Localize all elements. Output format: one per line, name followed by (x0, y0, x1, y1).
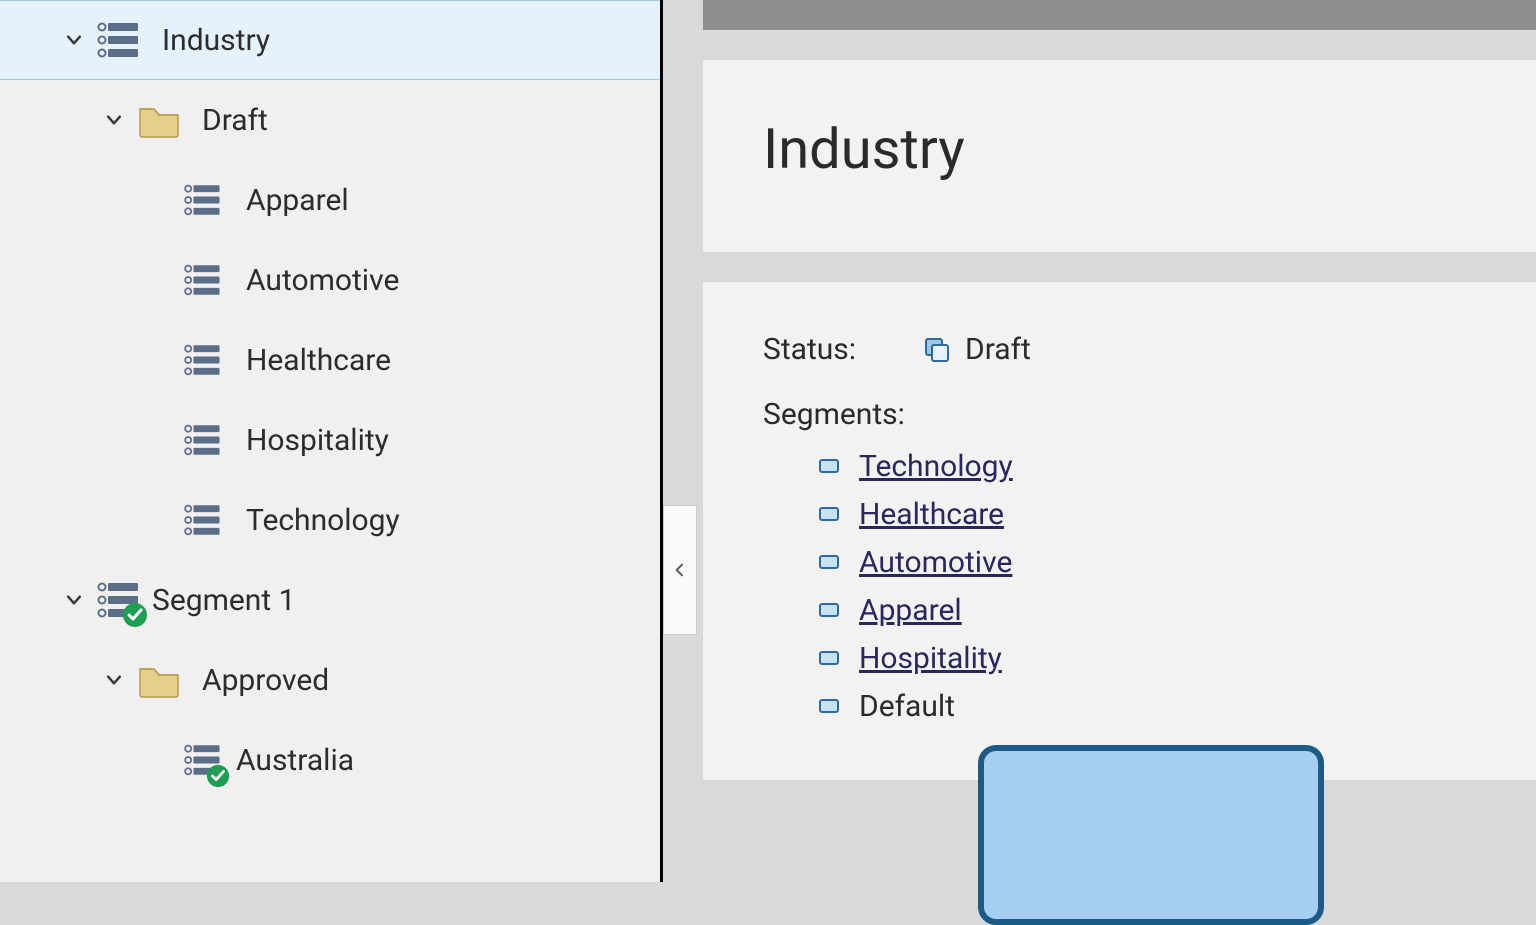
tree-label: Approved (202, 663, 329, 698)
segment-link[interactable]: Healthcare (859, 497, 1004, 532)
chevron-down-icon[interactable] (100, 670, 128, 690)
tree-label: Segment 1 (152, 583, 295, 618)
segment-icon (96, 577, 142, 623)
collapse-sidebar-button[interactable] (663, 505, 697, 635)
segment-link[interactable]: Hospitality (859, 641, 1002, 676)
segment-list-item: Technology (817, 442, 1476, 490)
segment-icon (180, 497, 226, 543)
segment-bullet-icon (817, 502, 841, 526)
tree-label: Hospitality (246, 423, 389, 458)
tree-label: Automotive (246, 263, 399, 298)
segment-icon (180, 337, 226, 383)
status-label: Status: (763, 332, 923, 367)
tree-label: Apparel (246, 183, 349, 218)
tree-node-item[interactable]: Apparel (0, 160, 660, 240)
tree-node-item[interactable]: Technology (0, 480, 660, 560)
segment-icon (96, 17, 142, 63)
tree-label: Healthcare (246, 343, 391, 378)
segment-bullet-icon (817, 598, 841, 622)
page-title: Industry (763, 116, 1476, 182)
segment-list-item: Healthcare (817, 490, 1476, 538)
folder-icon (136, 657, 182, 703)
segment-icon (180, 417, 226, 463)
segment-link[interactable]: Automotive (859, 545, 1012, 580)
detail-card: Status: Draft Segments: Technology Healt… (703, 282, 1536, 780)
status-row: Status: Draft (763, 332, 1476, 367)
tree-node-approved-folder[interactable]: Approved (0, 640, 660, 720)
tree-node-item[interactable]: Automotive (0, 240, 660, 320)
status-value: Draft (965, 332, 1031, 367)
chevron-down-icon[interactable] (100, 110, 128, 130)
tree-node-item[interactable]: Hospitality (0, 400, 660, 480)
tree-panel: Industry Draft Apparel Automotive Health… (0, 0, 663, 882)
segment-icon (180, 177, 226, 223)
check-badge-icon (122, 601, 148, 627)
tree-node-item[interactable]: Australia (0, 720, 660, 800)
segment-list-item: Hospitality (817, 634, 1476, 682)
header-card: Industry (703, 60, 1536, 252)
tree-node-draft-folder[interactable]: Draft (0, 80, 660, 160)
tree-node-item[interactable]: Healthcare (0, 320, 660, 400)
segment-icon (180, 737, 226, 783)
tree-label: Technology (246, 503, 400, 538)
segment-list-item: Apparel (817, 586, 1476, 634)
segment-default: Default (859, 689, 955, 724)
top-bar (703, 0, 1536, 30)
status-icon (923, 336, 951, 364)
chevron-down-icon[interactable] (60, 590, 88, 610)
tree-label: Australia (236, 743, 354, 778)
segment-bullet-icon (817, 454, 841, 478)
segment-list-item: Default (817, 682, 1476, 730)
segment-list-item: Automotive (817, 538, 1476, 586)
tree-label: Industry (162, 23, 270, 58)
check-badge-icon (206, 761, 232, 787)
tree-node-industry[interactable]: Industry (0, 0, 660, 80)
segment-link[interactable]: Apparel (859, 593, 962, 628)
folder-icon (136, 97, 182, 143)
chevron-down-icon[interactable] (60, 30, 88, 50)
tree-label: Draft (202, 103, 268, 138)
floating-callout-box (978, 745, 1324, 925)
segments-list: Technology Healthcare Automotive Apparel (763, 442, 1476, 730)
segment-bullet-icon (817, 694, 841, 718)
segment-bullet-icon (817, 646, 841, 670)
segment-link[interactable]: Technology (859, 449, 1013, 484)
splitter (663, 0, 703, 882)
tree-node-segment1[interactable]: Segment 1 (0, 560, 660, 640)
segment-icon (180, 257, 226, 303)
segments-label: Segments: (763, 397, 1476, 432)
segment-bullet-icon (817, 550, 841, 574)
